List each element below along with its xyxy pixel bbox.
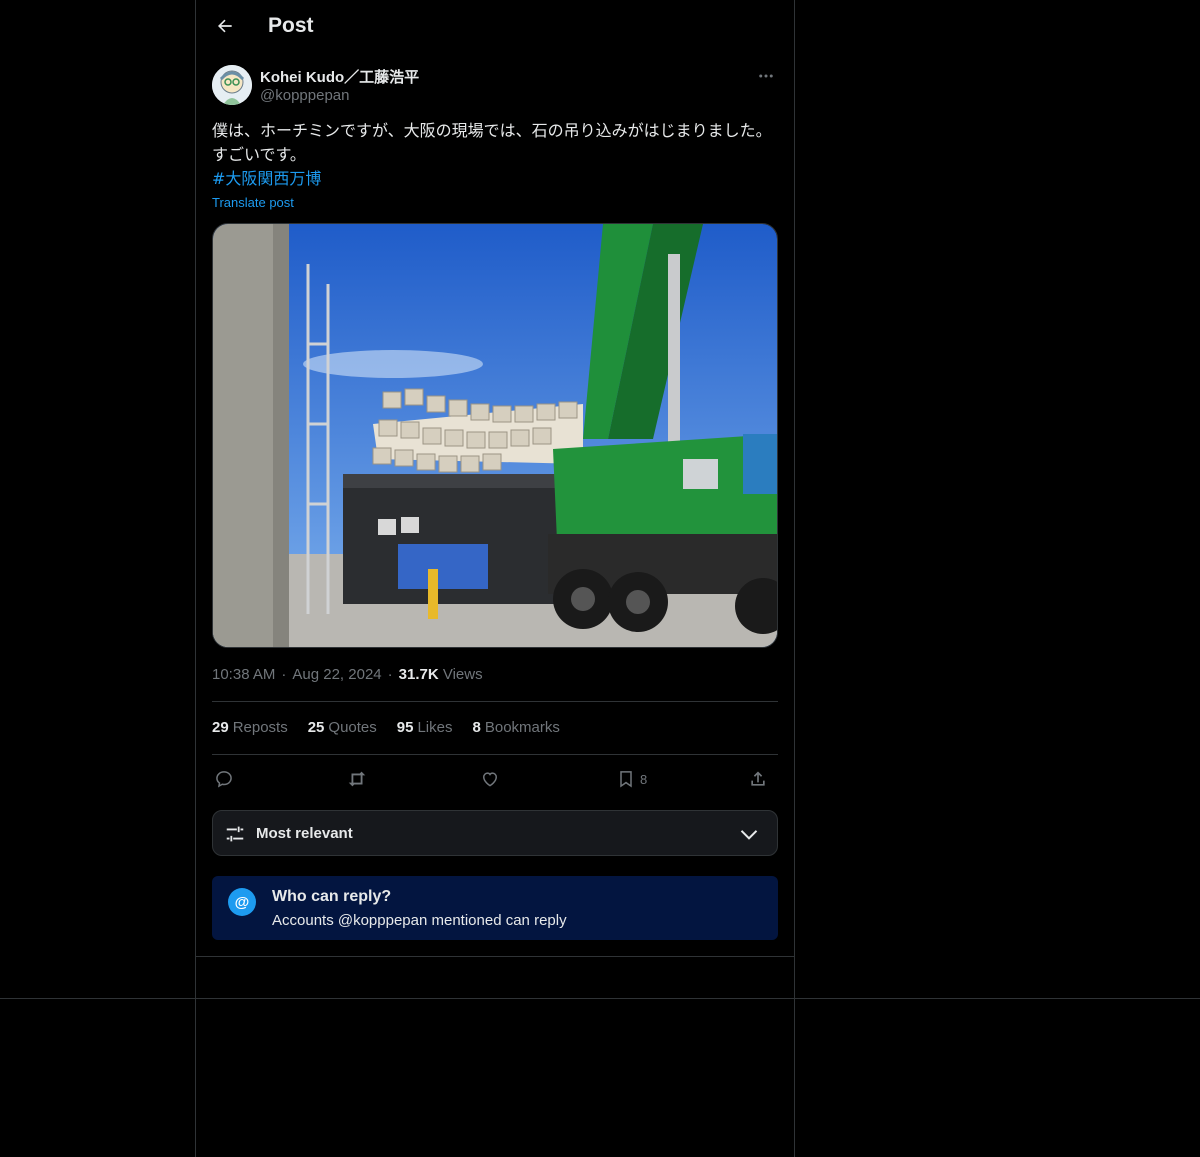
author-row: Kohei Kudo／工藤浩平 @kopppepan — [212, 64, 778, 108]
views-label: Views — [442, 666, 483, 683]
like-icon — [482, 772, 498, 787]
repost-button[interactable] — [346, 762, 368, 796]
views-count: 31.7K — [398, 666, 439, 683]
more-button[interactable] — [754, 64, 778, 88]
divider — [212, 754, 778, 755]
top-bar: Post — [196, 0, 794, 53]
sliders-icon — [226, 826, 244, 842]
likes-stat[interactable]: 95 Likes — [397, 719, 453, 736]
bookmarks-stat[interactable]: 8 Bookmarks — [473, 719, 560, 736]
avatar[interactable] — [212, 65, 252, 105]
author-name[interactable]: Kohei Kudo／工藤浩平 — [260, 66, 419, 87]
post-meta: 10:38 AM · Aug 22, 2024 · 31.7K Views — [212, 666, 483, 683]
translate-post-link[interactable]: Translate post — [212, 195, 294, 210]
reply-icon — [216, 771, 232, 788]
hashtag-link[interactable]: #大阪関西万博 — [212, 167, 321, 191]
bookmark-count: 8 — [640, 771, 648, 787]
reposts-stat[interactable]: 29 Reposts — [212, 719, 288, 736]
sort-label: Most relevant — [256, 825, 353, 842]
reply-restriction-title: Who can reply? — [272, 888, 392, 905]
quotes-stat[interactable]: 25 Quotes — [308, 719, 377, 736]
bookmark-icon — [620, 771, 632, 788]
main-column: Post Kohei Kudo／工藤浩平 @kopppepan 僕は、ホーチミン… — [195, 0, 795, 1157]
more-icon — [759, 74, 773, 78]
chevron-down-icon — [740, 830, 758, 840]
engagement-stats: 29 Reposts 25 Quotes 95 Likes 8 Bookmarks — [212, 719, 560, 736]
at-icon: @ — [228, 888, 256, 916]
divider — [196, 956, 794, 957]
share-icon — [751, 771, 765, 786]
like-button[interactable] — [480, 762, 500, 796]
bookmark-button[interactable]: 8 — [616, 762, 647, 796]
crane-photo — [213, 224, 777, 647]
action-bar: 8 — [212, 762, 778, 796]
back-arrow-icon — [218, 19, 232, 33]
share-button[interactable] — [748, 762, 768, 796]
post-time[interactable]: 10:38 AM — [212, 666, 275, 683]
post-date[interactable]: Aug 22, 2024 — [292, 666, 381, 683]
reply-restriction-notice: @ Who can reply? Accounts @kopppepan men… — [212, 876, 778, 940]
page-title: Post — [268, 14, 314, 37]
author-handle[interactable]: @kopppepan — [260, 87, 349, 104]
divider — [212, 701, 778, 702]
repost-icon — [348, 771, 366, 787]
avatar-illustration — [212, 65, 252, 105]
reply-button[interactable] — [214, 762, 234, 796]
post-photo[interactable] — [212, 223, 778, 648]
back-button[interactable] — [208, 9, 242, 43]
reply-sort-dropdown[interactable]: Most relevant — [212, 810, 778, 856]
tweet-text: 僕は、ホーチミンですが、大阪の現場では、石の吊り込みがはじまりました。すごいです… — [212, 121, 772, 164]
reply-restriction-subtitle: Accounts @kopppepan mentioned can reply — [272, 912, 567, 929]
